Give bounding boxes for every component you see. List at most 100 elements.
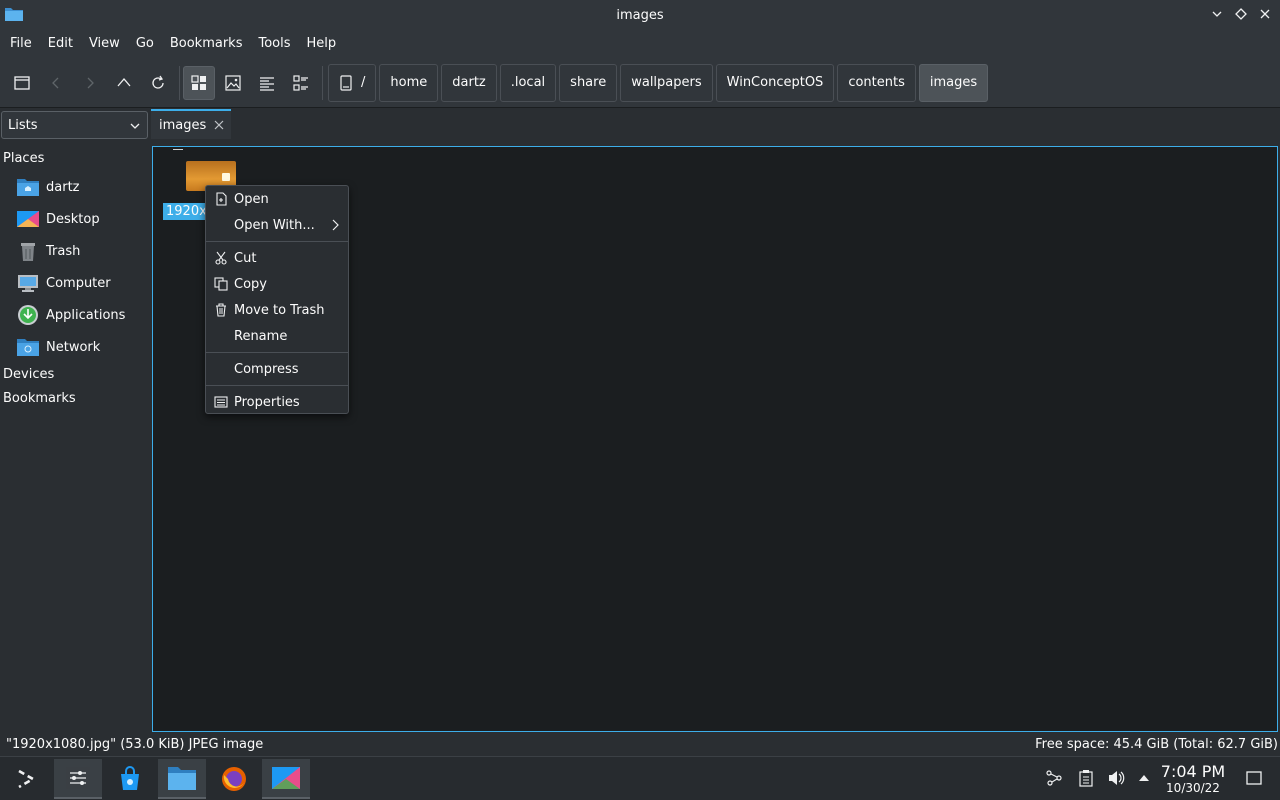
breadcrumb-contents[interactable]: contents [837,63,916,102]
sidebar-item-network[interactable]: Network [16,333,100,361]
breadcrumb-share[interactable]: share [559,63,618,102]
document-open-icon [216,192,227,206]
launcher-icon [18,769,36,789]
menu-item-open-with[interactable]: Open With... [206,212,348,238]
reload-icon [152,75,164,89]
sidebar-item-label: Network [46,339,101,355]
task-settings[interactable] [54,759,102,799]
maximize-button[interactable] [1232,5,1250,23]
applications-icon [16,304,40,326]
trash-icon [216,303,226,317]
app-launcher-button[interactable] [2,759,50,799]
toolbar-separator [179,65,180,100]
side-panel: Lists Places dartz Desktop Trash Compute… [0,108,150,732]
breadcrumb-wallpapers[interactable]: wallpapers [620,63,713,102]
breadcrumb-images[interactable]: images [918,63,989,102]
menu-file[interactable]: File [2,30,40,58]
sidebar-item-trash[interactable]: Trash [16,237,80,265]
split-view-button[interactable] [285,66,317,100]
close-icon[interactable] [214,120,224,130]
breadcrumb: / home dartz .local share wallpapers Win… [328,63,991,102]
menu-item-compress[interactable]: Compress [206,356,348,382]
show-desktop-button[interactable] [1243,767,1265,789]
menu-bar: File Edit View Go Bookmarks Tools Help [0,30,1280,58]
title-bar: images [0,0,1280,30]
sidebar-item-desktop[interactable]: Desktop [16,205,100,233]
panel-select[interactable]: Lists [1,111,148,139]
task-firefox[interactable] [210,759,258,799]
clock-date: 10/30/22 [1166,781,1220,795]
tray-expand[interactable] [1133,767,1155,789]
desktop-icon [16,208,40,230]
breadcrumb-home[interactable]: home [379,63,439,102]
menu-tools[interactable]: Tools [250,30,298,58]
menu-go[interactable]: Go [128,30,162,58]
network-icon [1046,770,1062,786]
menu-item-label: Compress [234,361,299,377]
volume-icon [1109,771,1125,785]
back-button[interactable] [40,66,72,100]
menu-item-properties[interactable]: Properties [206,389,348,415]
toolbar-separator [322,65,323,100]
sidebar-item-applications[interactable]: Applications [16,301,125,329]
menu-separator [206,352,348,353]
close-button[interactable] [1256,5,1274,23]
task-dolphin[interactable] [158,759,206,799]
tree-view-icon [293,74,308,91]
menu-item-label: Cut [234,250,257,266]
new-window-button[interactable] [6,66,38,100]
menu-help[interactable]: Help [299,30,345,58]
menu-item-cut[interactable]: Cut [206,245,348,271]
tray-clipboard[interactable] [1075,767,1097,789]
tab-label: images [159,117,207,133]
menu-view[interactable]: View [81,30,128,58]
tab-images[interactable]: images [151,109,231,139]
forward-button[interactable] [74,66,106,100]
menu-item-open[interactable]: Open [206,186,348,212]
preview-button[interactable] [217,66,249,100]
network-folder-icon [16,336,40,358]
menu-separator [206,241,348,242]
show-desktop-icon [1246,771,1262,785]
menu-item-rename[interactable]: Rename [206,323,348,349]
diamond-icon [1235,8,1247,20]
sidebar-item-computer[interactable]: Computer [16,269,111,297]
menu-bookmarks[interactable]: Bookmarks [162,30,251,58]
menu-item-label: Rename [234,328,288,344]
reload-button[interactable] [142,66,174,100]
devices-heading[interactable]: Devices [3,367,54,382]
toolbar: / home dartz .local share wallpapers Win… [0,58,1280,108]
folder-app-icon [5,8,23,21]
sidebar-item-label: dartz [46,179,80,195]
breadcrumb-local[interactable]: .local [499,63,557,102]
free-space-info[interactable]: Free space: 45.4 GiB (Total: 62.7 GiB) [1035,737,1278,752]
breadcrumb-root[interactable]: / [328,63,377,102]
menu-item-label: Open [234,191,269,207]
context-menu: Open Open With... Cut Copy Move to Trash… [205,185,349,414]
task-image-viewer[interactable] [262,759,310,799]
menu-item-label: Copy [234,276,267,292]
menu-edit[interactable]: Edit [40,30,81,58]
digital-clock[interactable]: 7:04 PM 10/30/22 [1158,763,1228,796]
breadcrumb-dartz[interactable]: dartz [441,63,497,102]
details-view-icon [260,76,274,91]
breadcrumb-winconceptos[interactable]: WinConceptOS [715,63,835,102]
image-preview-icon [225,74,241,91]
bookmarks-heading[interactable]: Bookmarks [3,391,76,406]
menu-item-copy[interactable]: Copy [206,271,348,297]
tray-volume[interactable] [1105,767,1127,789]
cut-icon [215,251,227,265]
computer-icon [16,272,40,294]
places-heading[interactable]: Places [3,151,44,166]
task-discover[interactable] [106,759,154,799]
sidebar-item-dartz[interactable]: dartz [16,173,79,201]
menu-item-move-to-trash[interactable]: Move to Trash [206,297,348,323]
properties-icon [214,396,228,408]
icons-view-button[interactable] [183,65,215,100]
selection-toggle[interactable] [173,149,183,150]
tray-network[interactable] [1043,767,1065,789]
up-button[interactable] [108,66,140,100]
details-view-button[interactable] [251,66,283,100]
minimize-button[interactable] [1208,5,1226,23]
taskbar: 7:04 PM 10/30/22 [0,756,1280,800]
